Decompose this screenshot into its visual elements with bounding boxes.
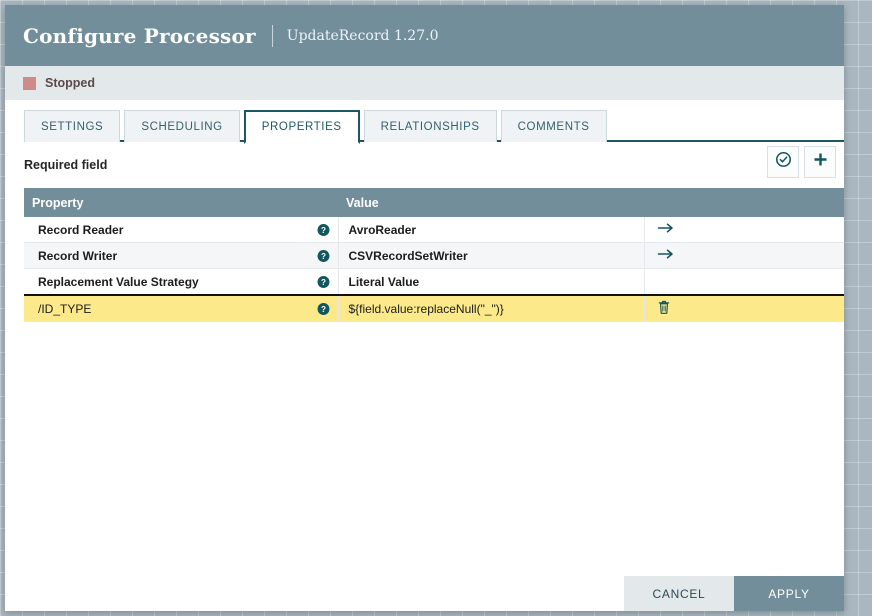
- properties-table: Property Value Record Reader ? AvroReade…: [24, 188, 844, 322]
- go-to-arrow-icon[interactable]: [657, 222, 675, 234]
- status-swatch-icon: [23, 76, 36, 90]
- property-value[interactable]: Literal Value: [338, 268, 645, 296]
- tab-bar: SETTINGS SCHEDULING PROPERTIES RELATIONS…: [5, 100, 844, 144]
- configure-processor-dialog: Configure Processor UpdateRecord 1.27.0 …: [5, 5, 844, 611]
- apply-button[interactable]: APPLY: [734, 576, 844, 611]
- properties-toolbar: Required field: [5, 142, 844, 188]
- table-row[interactable]: /ID_TYPE ? ${field.value:replaceNull("_"…: [24, 294, 844, 322]
- tab-properties[interactable]: PROPERTIES: [243, 110, 360, 144]
- help-icon[interactable]: ?: [317, 223, 330, 236]
- property-value[interactable]: ${field.value:replaceNull("_")}: [338, 294, 645, 322]
- add-property-button[interactable]: [804, 146, 836, 178]
- property-name: Record Reader: [38, 222, 124, 237]
- property-name: Record Writer: [38, 248, 118, 263]
- tab-relationships[interactable]: RELATIONSHIPS: [363, 110, 497, 142]
- verify-properties-button[interactable]: [767, 146, 799, 178]
- status-badge: Stopped: [45, 76, 95, 90]
- table-row[interactable]: Replacement Value Strategy ? Literal Val…: [24, 268, 844, 296]
- column-header-property: Property: [24, 188, 338, 217]
- svg-text:?: ?: [321, 304, 326, 313]
- table-row[interactable]: Record Reader ? AvroReader: [24, 217, 844, 243]
- properties-panel: Required field Property Value Record Rea…: [5, 142, 844, 611]
- page-title: Configure Processor: [23, 23, 256, 48]
- svg-text:?: ?: [321, 277, 326, 286]
- go-to-arrow-icon[interactable]: [657, 248, 675, 260]
- trash-icon[interactable]: [657, 300, 671, 315]
- plus-icon: [812, 151, 829, 173]
- tab-settings[interactable]: SETTINGS: [24, 110, 121, 142]
- tab-scheduling[interactable]: SCHEDULING: [124, 110, 240, 142]
- tab-comments[interactable]: COMMENTS: [500, 110, 607, 142]
- property-name: /ID_TYPE: [38, 301, 92, 316]
- table-row[interactable]: Record Writer ? CSVRecordSetWriter: [24, 242, 844, 269]
- column-header-actions: [644, 188, 844, 217]
- help-icon[interactable]: ?: [317, 249, 330, 262]
- column-header-value: Value: [338, 188, 644, 217]
- help-icon[interactable]: ?: [317, 275, 330, 288]
- svg-text:?: ?: [321, 225, 326, 234]
- processor-type-version: UpdateRecord 1.27.0: [286, 27, 439, 44]
- help-icon[interactable]: ?: [317, 302, 330, 315]
- svg-text:?: ?: [321, 251, 326, 260]
- required-field-label: Required field: [24, 158, 108, 172]
- property-value[interactable]: AvroReader: [338, 217, 645, 243]
- property-value[interactable]: CSVRecordSetWriter: [338, 242, 645, 269]
- property-name: Replacement Value Strategy: [38, 274, 199, 289]
- cancel-button[interactable]: CANCEL: [624, 576, 734, 611]
- toolbar-buttons: [767, 146, 836, 178]
- check-circle-icon: [775, 151, 792, 173]
- title-divider: [271, 24, 273, 47]
- status-bar: Stopped: [5, 66, 844, 100]
- table-header-row: Property Value: [24, 188, 844, 217]
- dialog-header: Configure Processor UpdateRecord 1.27.0: [5, 5, 844, 66]
- dialog-footer: CANCEL APPLY: [5, 576, 844, 611]
